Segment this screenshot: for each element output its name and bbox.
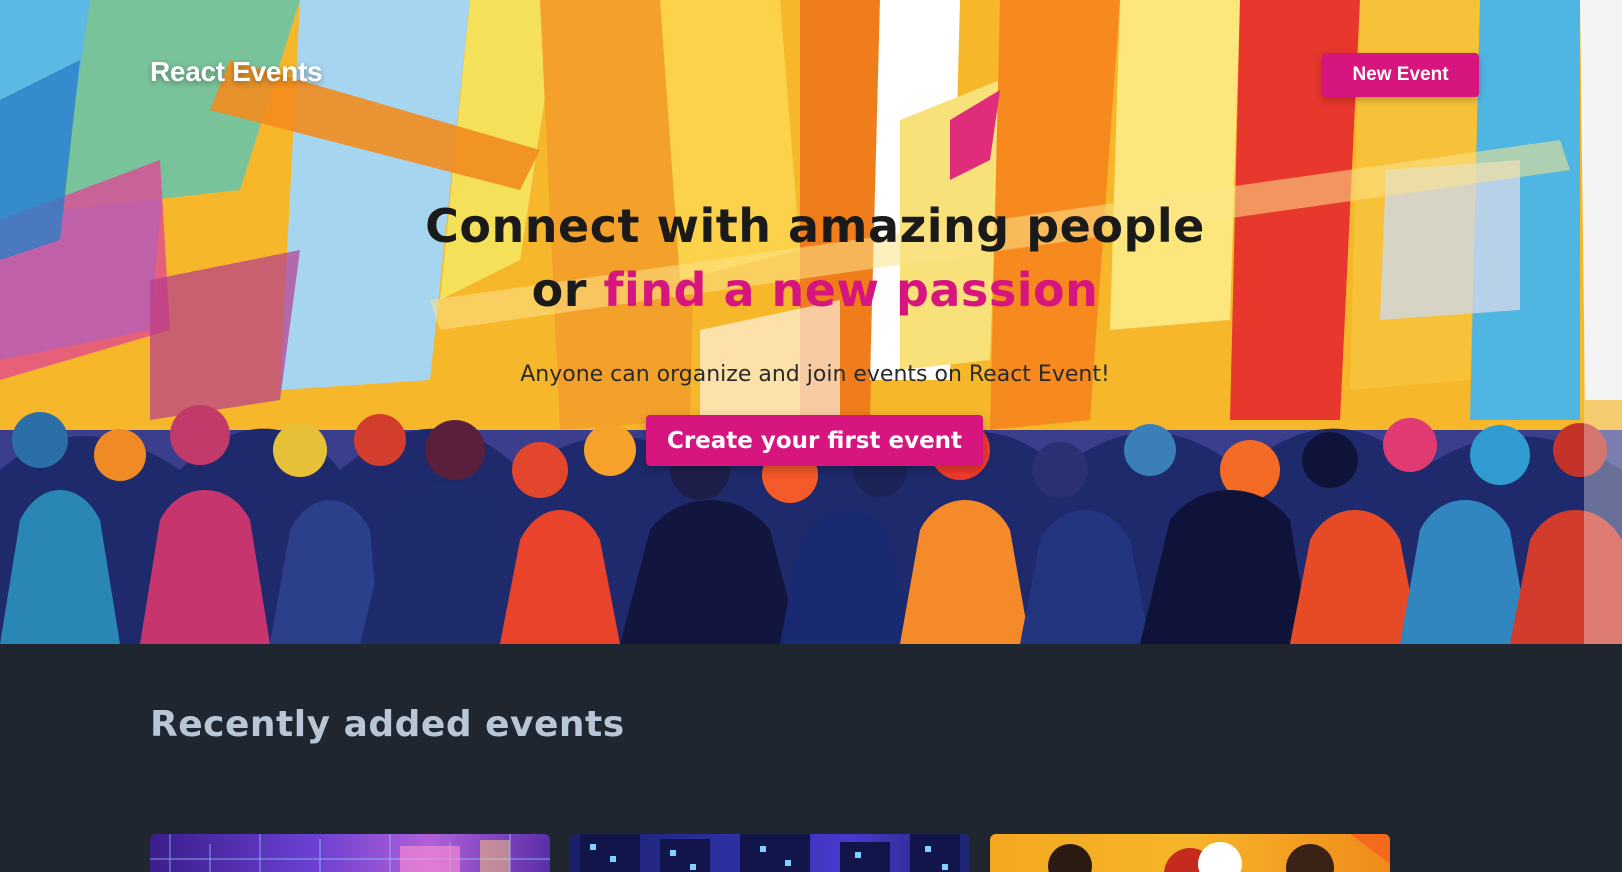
event-card[interactable] (990, 834, 1390, 872)
event-card-image (1048, 834, 1390, 872)
hero-headline: Connect with amazing people or find a ne… (0, 194, 1622, 322)
brand-logo[interactable]: React Events (150, 56, 323, 88)
event-card[interactable] (150, 834, 550, 872)
event-card-image (580, 834, 960, 872)
headline-line-1: Connect with amazing people (425, 199, 1205, 253)
headline-accent: find a new passion (603, 263, 1099, 317)
hero-subtitle: Anyone can organize and join events on R… (520, 362, 1110, 387)
recent-events-title: Recently added events (150, 704, 625, 745)
create-first-event-button[interactable]: Create your first event (646, 415, 983, 466)
event-card[interactable] (570, 834, 970, 872)
new-event-button[interactable]: New Event (1322, 53, 1479, 97)
headline-prefix: or (531, 263, 604, 317)
hero-banner: React Events New Event Connect with amaz… (0, 0, 1622, 644)
event-card-image (150, 834, 550, 872)
page: React Events New Event Connect with amaz… (0, 0, 1622, 872)
